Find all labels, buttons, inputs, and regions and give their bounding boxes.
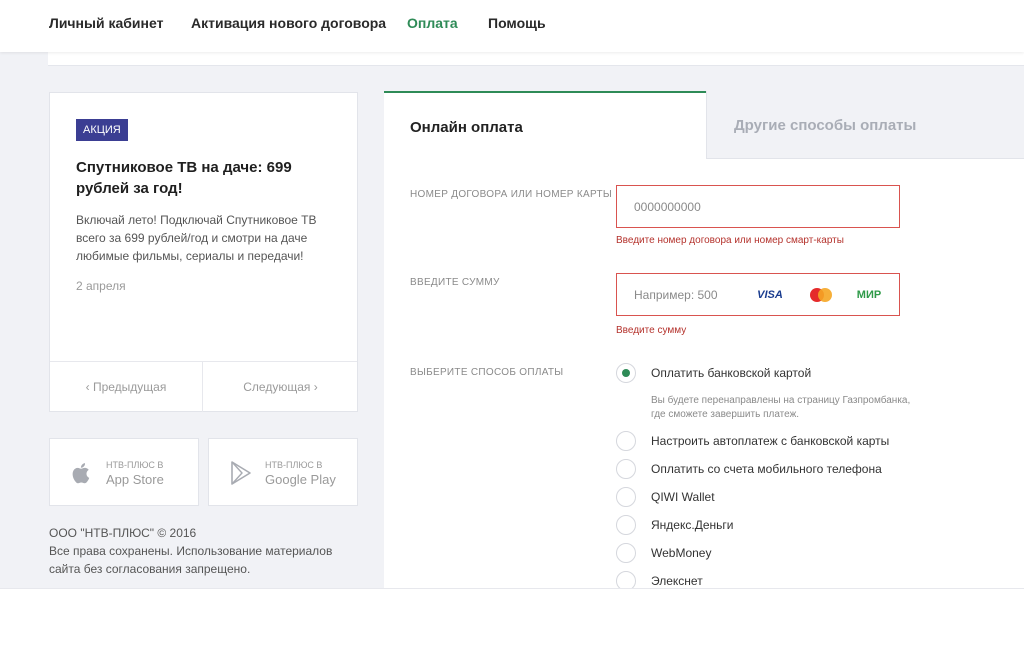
contract-field-label: НОМЕР ДОГОВОРА ИЛИ НОМЕР КАРТЫ <box>410 189 613 200</box>
tab-other-payment[interactable]: Другие способы оплаты <box>706 91 1024 159</box>
page-bottom-area <box>0 588 1024 649</box>
copyright-line-1: ООО "НТВ-ПЛЮС" © 2016 <box>49 526 197 540</box>
promo-date: 2 апреля <box>76 279 126 293</box>
payment-panel: Онлайн оплата Другие способы оплаты <box>384 91 1024 588</box>
radio[interactable] <box>616 459 636 479</box>
promo-card: АКЦИЯ Спутниковое ТВ на даче: 699 рублей… <box>49 92 358 412</box>
tab-online-payment[interactable]: Онлайн оплата <box>384 91 706 159</box>
promo-title[interactable]: Спутниковое ТВ на даче: 699 рублей за го… <box>76 157 316 199</box>
amount-field-label: ВВЕДИТЕ СУММУ <box>410 277 500 288</box>
radio[interactable] <box>616 487 636 507</box>
app-store-name: App Store <box>106 472 164 487</box>
promo-next-button[interactable]: Следующая › <box>204 362 357 412</box>
tab-online-payment-label: Онлайн оплата <box>410 119 523 136</box>
top-navigation: Личный кабинет Активация нового договора… <box>0 0 1024 52</box>
method-yandex-money-label: Яндекс.Деньги <box>651 518 734 532</box>
nav-activate-contract[interactable]: Активация нового договора <box>191 15 386 31</box>
payment-method-label: ВЫБЕРИТЕ СПОСОБ ОПЛАТЫ <box>410 367 564 378</box>
mastercard-icon <box>810 288 832 302</box>
bank-redirect-note: Вы будете перенаправлены на страницу Газ… <box>651 395 911 420</box>
radio[interactable] <box>616 543 636 563</box>
contract-field <box>616 185 900 228</box>
google-play-button[interactable]: НТВ-ПЛЮС В Google Play <box>208 438 358 506</box>
contract-error: Введите номер договора или номер смарт-к… <box>616 235 844 246</box>
tab-other-payment-label: Другие способы оплаты <box>734 117 917 134</box>
copyright-line-2: Все права сохранены. Использование матер… <box>49 544 333 558</box>
nav-payment[interactable]: Оплата <box>407 15 458 31</box>
app-store-button[interactable]: НТВ-ПЛЮС В App Store <box>49 438 199 506</box>
radio-selected[interactable] <box>616 363 636 383</box>
amount-field: VISA МИР <box>616 273 900 316</box>
mir-logo: МИР <box>856 289 882 301</box>
nav-help[interactable]: Помощь <box>488 15 546 31</box>
method-qiwi-label: QIWI Wallet <box>651 490 715 504</box>
apple-icon <box>72 463 90 484</box>
promo-prev-button[interactable]: ‹ Предыдущая <box>50 362 203 412</box>
copyright: ООО "НТВ-ПЛЮС" © 2016 Все права сохранен… <box>49 524 349 578</box>
header-strip <box>48 52 1024 66</box>
method-mobile-label: Оплатить со счета мобильного телефона <box>651 462 882 476</box>
nav-personal-account[interactable]: Личный кабинет <box>49 15 163 31</box>
method-autopay-label: Настроить автоплатеж с банковской карты <box>651 434 890 448</box>
radio[interactable] <box>616 515 636 535</box>
google-play-icon <box>231 461 251 485</box>
promo-text: Включай лето! Подключай Спутниковое ТВ в… <box>76 213 317 263</box>
method-webmoney-label: WebMoney <box>651 546 712 560</box>
promo-pagination: ‹ Предыдущая Следующая › <box>50 361 357 412</box>
method-eleksnet-label: Элекснет <box>651 574 703 588</box>
google-play-name: Google Play <box>265 472 336 487</box>
radio[interactable] <box>616 431 636 451</box>
promo-badge: АКЦИЯ <box>76 119 128 141</box>
copyright-line-3: сайта без согласования запрещено. <box>49 562 251 576</box>
google-play-caption: НТВ-ПЛЮС В <box>265 460 323 470</box>
app-store-caption: НТВ-ПЛЮС В <box>106 460 164 470</box>
amount-error: Введите сумму <box>616 325 687 336</box>
contract-input[interactable] <box>617 186 899 227</box>
method-bank-card-label: Оплатить банковской картой <box>651 366 812 380</box>
visa-logo: VISA <box>757 289 783 301</box>
